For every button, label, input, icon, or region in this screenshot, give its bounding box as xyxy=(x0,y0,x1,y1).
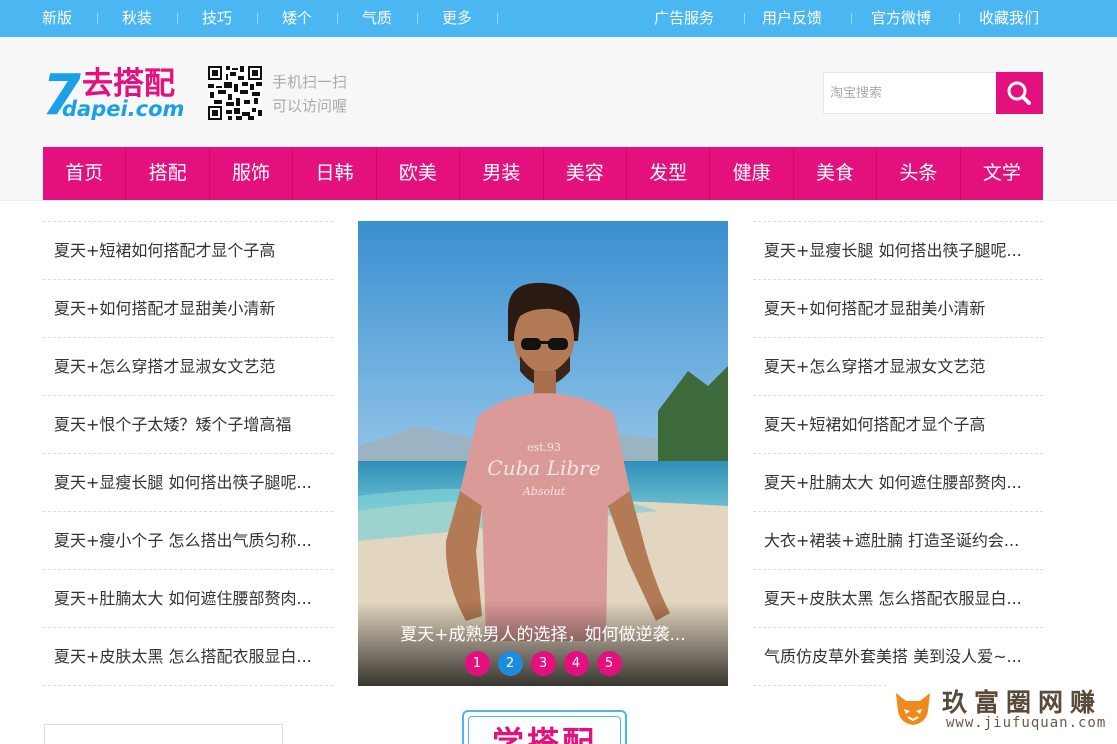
topbar-link-feedback[interactable]: 用户反馈 xyxy=(762,0,822,37)
list-item[interactable]: 夏天+短裙如何搭配才显个子高 xyxy=(43,222,333,280)
watermark: 玖富圈网赚 www.jiufuquan.com xyxy=(886,681,1109,736)
section-heading-frame: 学搭配 xyxy=(462,710,627,744)
nav-item-beauty[interactable]: 美容 xyxy=(544,147,627,200)
watermark-title: 玖富圈网赚 xyxy=(942,688,1103,717)
site-logo[interactable]: 7 去搭配 dapei.com xyxy=(42,64,194,120)
separator xyxy=(851,13,852,24)
topbar-link-tips[interactable]: 技巧 xyxy=(202,0,232,37)
section-heading: 学搭配 xyxy=(468,716,621,744)
nav-item-euro-us[interactable]: 欧美 xyxy=(377,147,461,200)
logo-domain: dapei.com xyxy=(62,97,184,120)
nav-item-food[interactable]: 美食 xyxy=(794,147,878,200)
nav-item-outfit[interactable]: 搭配 xyxy=(126,147,210,200)
topbar-link-new[interactable]: 新版 xyxy=(42,0,72,37)
shirt-print: Cuba Libre xyxy=(487,456,600,480)
topbar-link-temperament[interactable]: 气质 xyxy=(362,0,392,37)
list-item[interactable]: 夏天+怎么穿搭才显淑女文艺范 xyxy=(753,338,1043,396)
separator xyxy=(497,13,498,24)
slide-dot-1[interactable]: 1 xyxy=(464,651,490,676)
list-item[interactable]: 夏天+显瘦长腿 如何搭出筷子腿呢... xyxy=(753,222,1043,280)
qr-code-icon xyxy=(208,66,262,120)
topbar-link-favorite[interactable]: 收藏我们 xyxy=(979,0,1039,37)
list-item[interactable]: 夏天+瘦小个子 怎么搭出气质匀称... xyxy=(43,512,333,570)
shirt-print: est.93 xyxy=(527,441,561,454)
list-item[interactable]: 夏天+肚腩太大 如何遮住腰部赘肉... xyxy=(43,570,333,628)
list-item[interactable]: 夏天+如何搭配才显甜美小清新 xyxy=(753,280,1043,338)
qr-caption-line2: 可以访问喔 xyxy=(272,97,348,115)
topbar-link-weibo[interactable]: 官方微博 xyxy=(871,0,931,37)
list-item[interactable]: 夏天+恨个子太矮？矮个子增高福 xyxy=(43,396,333,454)
slide-dot-2[interactable]: 2 xyxy=(497,651,523,676)
header: 7 去搭配 dapei.com 手机扫一扫 可以访问喔 淘宝搜索 首页 搭配 服… xyxy=(0,37,1117,201)
qr-caption: 手机扫一扫 可以访问喔 xyxy=(272,70,347,118)
separator xyxy=(257,13,258,24)
slide-dot-5[interactable]: 5 xyxy=(596,651,622,676)
search-icon xyxy=(1007,81,1031,105)
nav-item-menswear[interactable]: 男装 xyxy=(460,147,544,200)
separator xyxy=(337,13,338,24)
list-item[interactable]: 夏天+如何搭配才显甜美小清新 xyxy=(43,280,333,338)
nav-item-home[interactable]: 首页 xyxy=(43,147,127,200)
bottom-panel xyxy=(44,724,283,744)
separator xyxy=(959,13,960,24)
nav-item-apparel[interactable]: 服饰 xyxy=(210,147,294,200)
separator xyxy=(97,13,98,24)
topbar-link-short[interactable]: 矮个 xyxy=(282,0,312,37)
slide-dot-4[interactable]: 4 xyxy=(563,651,589,676)
featured-slider[interactable]: est.93 Cuba Libre Absolut 夏天+成熟男人的选择，如何做… xyxy=(358,221,728,686)
topbar-link-ads[interactable]: 广告服务 xyxy=(654,0,714,37)
slide-caption[interactable]: 夏天+成熟男人的选择，如何做逆袭... xyxy=(358,620,728,645)
list-item[interactable]: 大衣+裙装+遮肚腩 打造圣诞约会... xyxy=(753,512,1043,570)
top-bar: 新版 秋装 技巧 矮个 气质 更多 广告服务 用户反馈 官方微博 收藏我们 xyxy=(0,0,1117,37)
nav-item-literature[interactable]: 文学 xyxy=(961,147,1043,200)
separator xyxy=(417,13,418,24)
nav-item-hairstyle[interactable]: 发型 xyxy=(627,147,711,200)
qr-caption-line1: 手机扫一扫 xyxy=(272,73,348,91)
topbar-link-more[interactable]: 更多 xyxy=(442,0,472,37)
list-item[interactable]: 夏天+皮肤太黑 怎么搭配衣服显白... xyxy=(43,628,333,686)
list-item[interactable]: 夏天+肚腩太大 如何遮住腰部赘肉... xyxy=(753,454,1043,512)
slide-image[interactable]: est.93 Cuba Libre Absolut xyxy=(358,221,728,686)
left-article-list: 夏天+短裙如何搭配才显个子高 夏天+如何搭配才显甜美小清新 夏天+怎么穿搭才显淑… xyxy=(43,221,333,686)
separator xyxy=(177,13,178,24)
right-article-list: 夏天+显瘦长腿 如何搭出筷子腿呢... 夏天+如何搭配才显甜美小清新 夏天+怎么… xyxy=(753,221,1043,686)
shirt-print: Absolut xyxy=(522,485,566,498)
search-input[interactable] xyxy=(823,72,997,114)
nav-item-health[interactable]: 健康 xyxy=(710,147,794,200)
list-item[interactable]: 气质仿皮草外套美搭 美到没人爱~... xyxy=(753,628,1043,686)
fox-logo-icon xyxy=(896,693,930,725)
list-item[interactable]: 夏天+显瘦长腿 如何搭出筷子腿呢... xyxy=(43,454,333,512)
search-box xyxy=(823,72,1043,114)
list-item[interactable]: 夏天+短裙如何搭配才显个子高 xyxy=(753,396,1043,454)
watermark-url: www.jiufuquan.com xyxy=(946,715,1107,731)
main-nav: 首页 搭配 服饰 日韩 欧美 男装 美容 发型 健康 美食 头条 文学 xyxy=(43,147,1043,200)
slide-pagination: 12345 xyxy=(358,651,728,676)
topbar-link-autumn[interactable]: 秋装 xyxy=(122,0,152,37)
separator xyxy=(744,13,745,24)
list-item[interactable]: 夏天+怎么穿搭才显淑女文艺范 xyxy=(43,338,333,396)
nav-item-japan-korea[interactable]: 日韩 xyxy=(293,147,377,200)
search-button[interactable] xyxy=(996,72,1043,114)
list-item[interactable]: 夏天+皮肤太黑 怎么搭配衣服显白... xyxy=(753,570,1043,628)
nav-item-headlines[interactable]: 头条 xyxy=(877,147,961,200)
slide-dot-3[interactable]: 3 xyxy=(530,651,556,676)
